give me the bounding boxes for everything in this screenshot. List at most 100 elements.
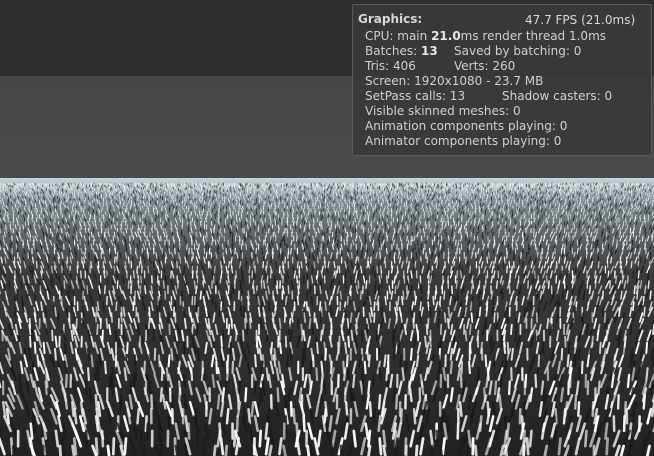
grass-blade bbox=[112, 217, 115, 223]
grass-blade bbox=[588, 195, 591, 199]
grass-blade bbox=[469, 265, 472, 274]
grass-blade bbox=[328, 235, 331, 242]
grass-blade bbox=[191, 270, 194, 279]
grass-blade bbox=[641, 235, 644, 242]
grass-blade bbox=[405, 256, 408, 264]
grass-blade bbox=[46, 195, 49, 199]
grass-blade bbox=[575, 227, 578, 234]
grass-blade bbox=[230, 256, 233, 264]
grass-blade bbox=[350, 243, 352, 250]
grass-blade bbox=[466, 260, 469, 269]
grass-blade bbox=[418, 197, 420, 202]
grass-blade bbox=[506, 265, 508, 274]
grass-blade bbox=[230, 220, 233, 226]
grass-blade bbox=[400, 224, 402, 230]
grass-blade bbox=[429, 231, 432, 238]
grass-blade bbox=[223, 235, 226, 242]
grass-blade bbox=[56, 235, 58, 242]
grass-blade bbox=[32, 239, 35, 246]
grass-blade bbox=[254, 265, 257, 274]
grass-blade bbox=[419, 260, 422, 269]
grass-blade bbox=[456, 205, 459, 210]
grass-blade bbox=[596, 217, 598, 223]
grass-blade bbox=[382, 227, 385, 234]
grass-blade bbox=[605, 231, 608, 238]
grass-blade bbox=[506, 252, 508, 259]
grass-blade bbox=[369, 256, 372, 264]
grass-blade bbox=[521, 260, 524, 269]
grass-blade bbox=[454, 202, 456, 207]
grass-blade bbox=[387, 270, 390, 279]
grass-blade bbox=[218, 235, 221, 242]
grass-blade bbox=[310, 214, 313, 219]
grass-blade bbox=[308, 224, 311, 230]
grass-blade bbox=[243, 227, 245, 234]
grass-blade bbox=[354, 217, 356, 223]
grass-blade bbox=[402, 220, 404, 226]
grass-blade bbox=[142, 252, 144, 259]
grass-blade bbox=[10, 197, 12, 202]
grass-blade bbox=[590, 243, 593, 250]
grass-blade bbox=[208, 247, 211, 255]
grass-blade bbox=[253, 270, 256, 279]
grass-blade bbox=[347, 265, 350, 274]
grass-blade bbox=[216, 231, 219, 238]
grass-blade bbox=[262, 260, 265, 269]
grass-blade bbox=[321, 235, 324, 242]
grass-blade bbox=[268, 243, 271, 250]
grass-blade bbox=[46, 227, 49, 234]
grass-blade bbox=[440, 197, 442, 202]
grass-blade bbox=[369, 200, 371, 204]
grass-blade bbox=[127, 256, 130, 264]
grass-blade bbox=[90, 260, 93, 269]
grass-blade bbox=[272, 197, 274, 202]
grass-blade bbox=[355, 243, 358, 250]
grass-blade bbox=[475, 195, 477, 199]
grass-blade bbox=[311, 197, 313, 202]
grass-blade bbox=[226, 205, 228, 210]
grass-blade bbox=[384, 193, 386, 197]
grass-blade bbox=[290, 247, 292, 255]
grass-blade bbox=[211, 208, 214, 213]
grass-blade bbox=[186, 243, 188, 250]
grass-blade bbox=[219, 227, 221, 234]
grass-blade bbox=[239, 200, 242, 204]
grass-blade bbox=[167, 217, 170, 223]
grass-blade bbox=[308, 252, 311, 259]
grass-blade bbox=[460, 224, 462, 230]
grass-blade bbox=[300, 214, 303, 219]
grass-blade bbox=[366, 211, 369, 216]
grass-blade bbox=[545, 217, 547, 223]
grass-blade bbox=[467, 208, 469, 213]
grass-blade bbox=[105, 195, 107, 199]
grass-blade bbox=[113, 256, 116, 264]
grass-blade bbox=[441, 247, 443, 255]
grass-blade bbox=[561, 252, 564, 259]
grass-blade bbox=[205, 252, 208, 259]
grass-blade bbox=[508, 214, 510, 219]
grass-blade bbox=[462, 211, 465, 216]
grass-blade bbox=[179, 256, 182, 264]
game-viewport[interactable]: Graphics: 47.7 FPS (21.0ms) CPU: main 21… bbox=[0, 0, 654, 456]
grass-blade bbox=[607, 224, 609, 230]
grass-blade bbox=[264, 217, 266, 223]
grass-blade bbox=[250, 202, 252, 207]
grass-blade bbox=[379, 211, 381, 216]
grass-blade bbox=[356, 247, 359, 255]
grass-blade bbox=[597, 260, 600, 269]
grass-blade bbox=[433, 227, 436, 234]
grass-blade bbox=[537, 220, 539, 226]
grass-blade bbox=[201, 211, 203, 216]
grass-blade bbox=[65, 193, 68, 197]
grass-blade bbox=[95, 211, 98, 216]
grass-blade bbox=[565, 211, 567, 216]
grass-blade bbox=[239, 217, 241, 223]
grass-blade bbox=[329, 200, 331, 204]
grass-blade bbox=[92, 200, 94, 204]
grass-blade bbox=[212, 231, 214, 238]
grass-blade bbox=[178, 243, 181, 250]
grass-blade bbox=[300, 193, 302, 197]
grass-blade bbox=[79, 220, 81, 226]
grass-blade bbox=[548, 214, 550, 219]
grass-blade bbox=[270, 256, 273, 264]
